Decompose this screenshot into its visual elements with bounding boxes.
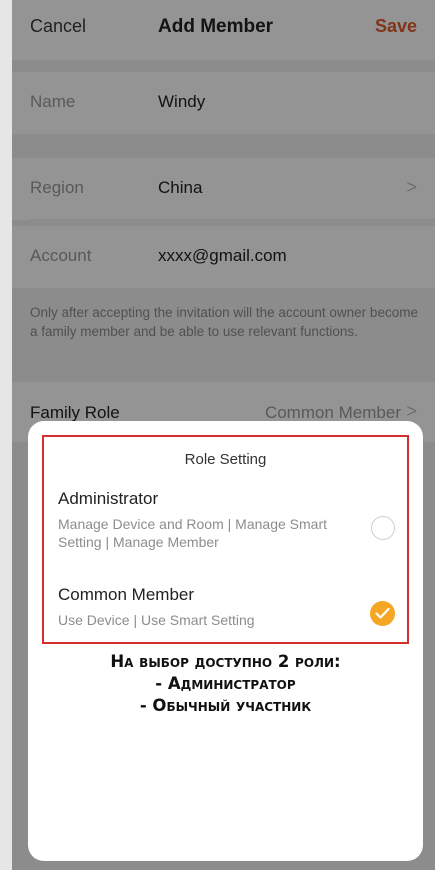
check-icon: [375, 607, 390, 619]
role-option-description: Manage Device and Room | Manage Smart Se…: [58, 516, 327, 550]
role-option-common-member[interactable]: Common Member: [58, 585, 194, 605]
app-screen: Cancel Add Member Save Name Windy Region…: [12, 0, 435, 870]
role-option-description: Use Device | Use Smart Setting: [58, 612, 255, 628]
annotation-line: На выбор доступно 2 роли:: [110, 652, 341, 671]
sheet-title: Role Setting: [184, 451, 267, 468]
radio-checked-icon[interactable]: [370, 601, 395, 626]
role-setting-sheet: Role Setting Administrator Manage Device…: [28, 421, 423, 861]
role-option-administrator[interactable]: Administrator: [58, 489, 158, 509]
radio-unchecked-icon[interactable]: [371, 516, 395, 540]
highlight-box: Role Setting Administrator Manage Device…: [42, 435, 409, 644]
annotation-caption: На выбор доступно 2 роли: - Администрато…: [28, 651, 423, 717]
annotation-line: - Администратор: [155, 674, 296, 693]
annotation-line: - Обычный участник: [139, 696, 312, 715]
